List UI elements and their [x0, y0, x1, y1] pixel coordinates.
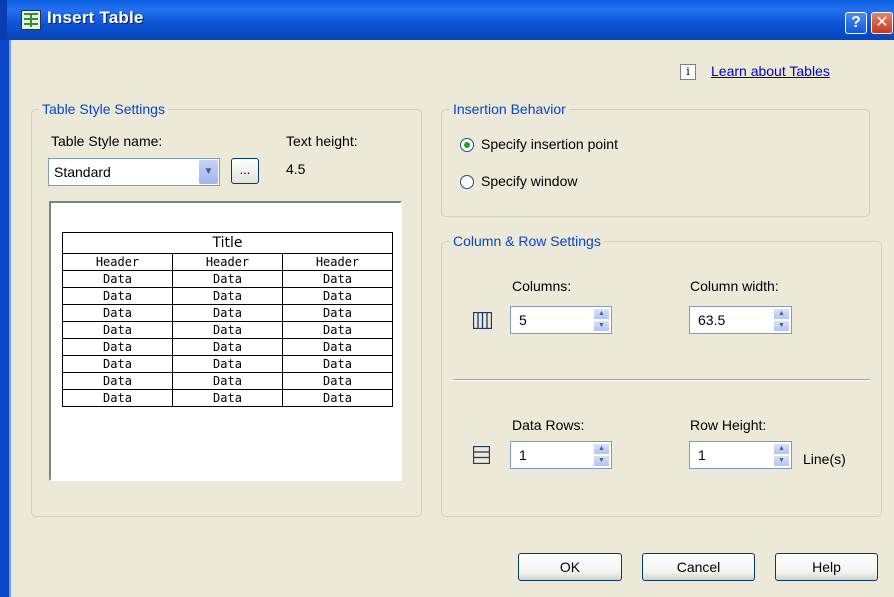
preview-data-row: Data Data Data: [62, 304, 393, 322]
rows-icon: [473, 446, 490, 464]
preview-data-row: Data Data Data: [62, 355, 393, 373]
text-height-label: Text height:: [286, 133, 358, 149]
preview-data-cell: Data: [282, 270, 393, 288]
preview-data-cell: Data: [172, 355, 283, 373]
info-icon: i: [680, 64, 696, 80]
preview-data-cell: Data: [172, 270, 283, 288]
data-rows-down-icon[interactable]: ▼: [593, 455, 610, 467]
row-height-down-icon[interactable]: ▼: [773, 455, 790, 467]
preview-header-cell: Header: [62, 253, 173, 271]
insertion-point-label[interactable]: Specify insertion point: [481, 136, 618, 152]
chevron-down-icon[interactable]: ▼: [199, 160, 218, 184]
preview-data-cell: Data: [172, 304, 283, 322]
row-height-value: 1: [698, 447, 706, 463]
window-label[interactable]: Specify window: [481, 173, 578, 189]
columns-label: Columns:: [512, 278, 572, 294]
column-width-down-icon[interactable]: ▼: [773, 320, 790, 332]
preview-data-cell: Data: [172, 287, 283, 305]
preview-data-cell: Data: [282, 304, 393, 322]
table-style-preview: Title Header Header Header Data Data Data Data D…: [49, 201, 402, 481]
preview-table: Title Header Header Header Data Data Data Data D…: [62, 232, 393, 407]
table-style-select[interactable]: Standard ▼: [48, 158, 220, 186]
column-row-group-title: Column & Row Settings: [450, 233, 604, 249]
table-style-group-title: Table Style Settings: [39, 101, 168, 117]
column-width-stepper[interactable]: 63.5 ▲ ▼: [689, 306, 792, 334]
insertion-point-radio[interactable]: [460, 138, 474, 152]
row-height-stepper[interactable]: 1 ▲ ▼: [689, 441, 792, 469]
preview-data-cell: Data: [282, 355, 393, 373]
preview-data-cell: Data: [62, 287, 173, 305]
preview-data-cell: Data: [282, 287, 393, 305]
columns-icon: [473, 312, 492, 329]
insertion-behavior-group: Insertion Behavior: [441, 101, 870, 217]
help-question-icon[interactable]: ?: [845, 12, 867, 34]
column-width-value: 63.5: [698, 312, 726, 328]
row-height-up-icon[interactable]: ▲: [773, 443, 790, 455]
cancel-button[interactable]: Cancel: [642, 553, 755, 581]
preview-data-cell: Data: [282, 389, 393, 407]
columns-down-icon[interactable]: ▼: [593, 320, 610, 332]
preview-data-cell: Data: [62, 355, 173, 373]
data-rows-value: 1: [519, 447, 527, 463]
preview-title-row: Title: [62, 232, 393, 254]
preview-data-cell: Data: [62, 304, 173, 322]
preview-data-cell: Data: [62, 270, 173, 288]
text-height-value: 4.5: [286, 161, 306, 177]
preview-data-cell: Data: [172, 338, 283, 356]
preview-data-cell: Data: [282, 321, 393, 339]
data-rows-stepper[interactable]: 1 ▲ ▼: [510, 441, 612, 469]
column-width-label: Column width:: [690, 278, 779, 294]
table-app-icon: [21, 10, 41, 30]
preview-data-cell: Data: [172, 389, 283, 407]
preview-header-row: Header Header Header: [62, 253, 393, 271]
preview-header-cell: Header: [172, 253, 283, 271]
preview-data-row: Data Data Data: [62, 389, 393, 407]
preview-data-cell: Data: [62, 389, 173, 407]
separator: [453, 379, 870, 381]
browse-table-style-button[interactable]: ...: [231, 158, 259, 184]
preview-data-cell: Data: [282, 338, 393, 356]
preview-data-row: Data Data Data: [62, 287, 393, 305]
table-style-select-value: Standard: [54, 164, 111, 180]
preview-data-cell: Data: [282, 372, 393, 390]
row-height-label: Row Height:: [690, 417, 767, 433]
table-style-name-label: Table Style name:: [51, 133, 163, 149]
preview-data-row: Data Data Data: [62, 372, 393, 390]
columns-up-icon[interactable]: ▲: [593, 308, 610, 320]
close-icon[interactable]: ✕: [871, 12, 893, 34]
data-rows-label: Data Rows:: [512, 417, 585, 433]
columns-stepper[interactable]: 5 ▲ ▼: [510, 306, 612, 334]
column-width-up-icon[interactable]: ▲: [773, 308, 790, 320]
preview-data-row: Data Data Data: [62, 270, 393, 288]
ok-button[interactable]: OK: [518, 553, 622, 581]
preview-data-cell: Data: [172, 372, 283, 390]
preview-data-cell: Data: [62, 372, 173, 390]
preview-data-cell: Data: [172, 321, 283, 339]
window-radio[interactable]: [460, 175, 474, 189]
data-rows-up-icon[interactable]: ▲: [593, 443, 610, 455]
title-bar: Insert Table ? ✕: [0, 0, 894, 40]
preview-data-cell: Data: [62, 321, 173, 339]
preview-data-row: Data Data Data: [62, 338, 393, 356]
window-title: Insert Table: [47, 8, 144, 27]
window-border-highlight: [9, 40, 11, 597]
preview-data-row: Data Data Data: [62, 321, 393, 339]
preview-data-cell: Data: [62, 338, 173, 356]
help-button[interactable]: Help: [775, 553, 878, 581]
window-border: [0, 40, 9, 597]
insertion-behavior-group-title: Insertion Behavior: [450, 101, 569, 117]
preview-title-cell: Title: [62, 232, 393, 254]
columns-value: 5: [519, 312, 527, 328]
learn-about-tables-link[interactable]: Learn about Tables: [711, 63, 830, 79]
preview-header-cell: Header: [282, 253, 393, 271]
row-height-unit: Line(s): [803, 451, 846, 467]
